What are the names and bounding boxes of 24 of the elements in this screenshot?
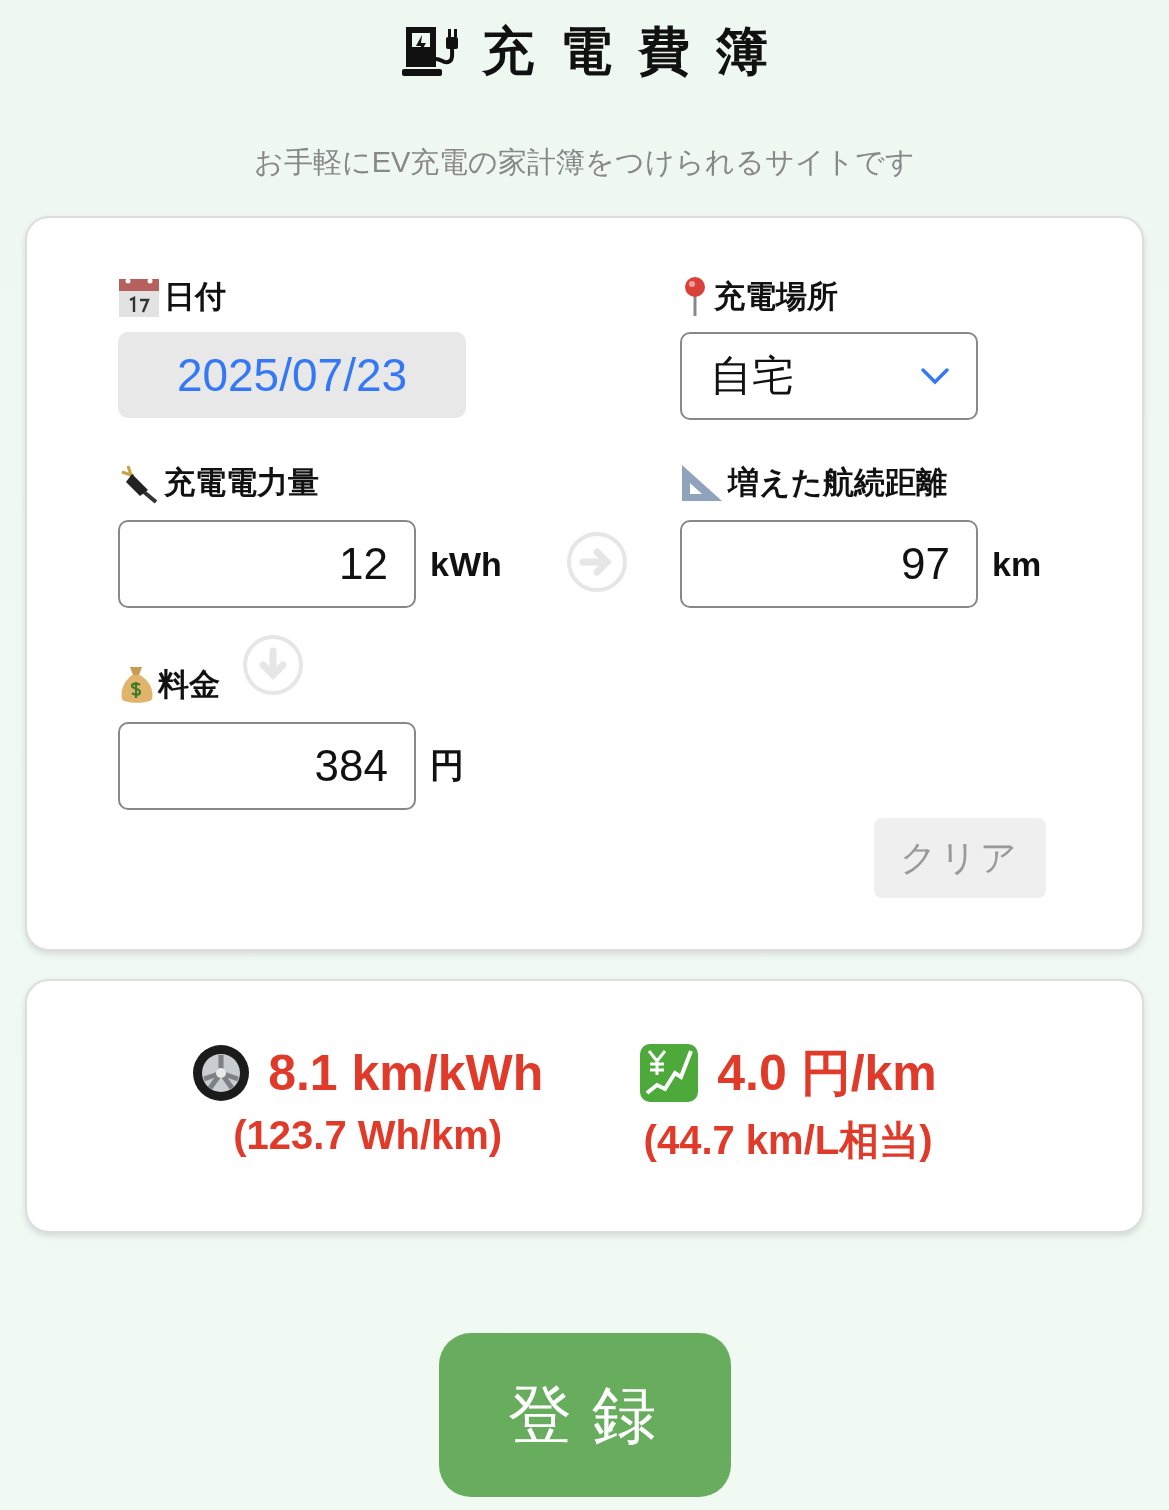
number-field[interactable]: 12 (118, 520, 416, 608)
field-label: 料金 (158, 666, 220, 704)
arrow-right-icon (565, 531, 628, 593)
chevron-down-icon (920, 367, 950, 385)
number-field[interactable]: 384 (118, 722, 416, 810)
result-detail: (44.7 km/L相当) (643, 1117, 933, 1164)
app-title: 充電費簿 (481, 21, 794, 82)
subtitle: お手軽にEV充電の家計簿をつけられるサイトです (253, 145, 916, 180)
result-detail: (123.7 Wh/km) (233, 1113, 503, 1158)
number-field[interactable]: 97 (680, 520, 978, 608)
chart-increasing-icon (639, 1043, 700, 1103)
field-label: 日付 (164, 278, 226, 316)
unit-label: km (992, 544, 1042, 584)
place-select[interactable]: 自宅 (680, 332, 978, 420)
field-label: 増えた航続距離 (728, 464, 947, 502)
unit-label: 円 (430, 745, 464, 786)
result-value: 8.1 km/kWh (268, 1044, 544, 1103)
field-label: 充電場所 (714, 278, 838, 316)
result-value: 4.0 円/km (717, 1044, 937, 1103)
field-label: 充電電力量 (164, 464, 319, 502)
unit-label: kWh (430, 544, 502, 584)
arrow-down-icon (242, 634, 304, 696)
calendar-icon (118, 276, 160, 318)
tire-icon (192, 1044, 251, 1102)
